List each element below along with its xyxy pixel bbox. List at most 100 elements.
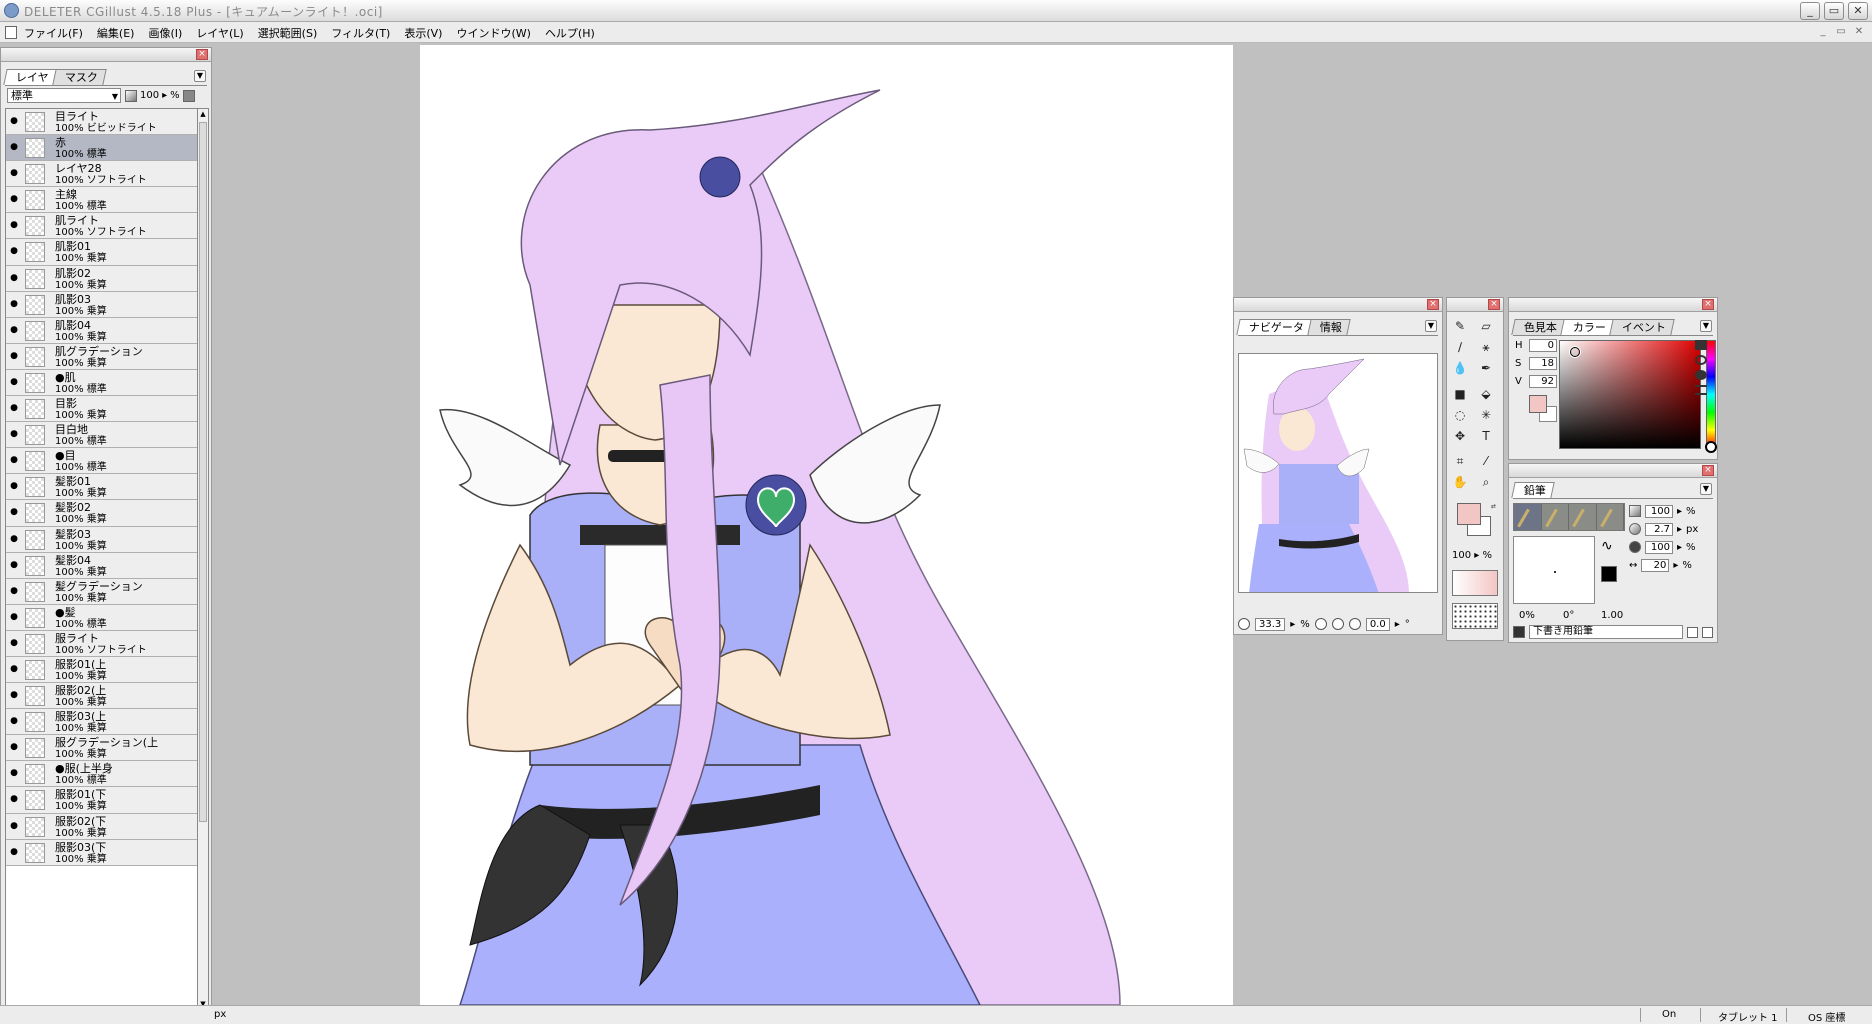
layer-row[interactable]: ● 髪影02 100% 乗算: [6, 500, 200, 527]
layer-row[interactable]: ● 赤 100% 標準: [6, 135, 200, 162]
tab-navigator[interactable]: ナビゲータ: [1236, 319, 1313, 335]
main-color-swatch[interactable]: [1457, 503, 1481, 525]
sv-cursor[interactable]: [1570, 347, 1580, 357]
preset-name-field[interactable]: 下書き用鉛筆: [1529, 625, 1683, 639]
tab-info[interactable]: 情報: [1307, 319, 1351, 335]
pencil-panel-menu-icon[interactable]: ▼: [1700, 483, 1712, 495]
brush-tool-icon[interactable]: ∕: [1451, 339, 1469, 355]
layer-row[interactable]: ● ●服(上半身 100% 標準: [6, 761, 200, 788]
hand-tool-icon[interactable]: ✋: [1451, 474, 1469, 490]
color-panel-header[interactable]: ×: [1509, 298, 1717, 312]
gradient-swatch[interactable]: [1452, 570, 1498, 596]
visibility-eye-icon[interactable]: ●: [9, 429, 19, 439]
menu-view[interactable]: 表示(V): [404, 25, 442, 41]
stroke-curve-icon[interactable]: ∿: [1601, 538, 1613, 554]
swap-colors-icon[interactable]: ⇄: [1491, 503, 1496, 510]
pencil-size-arrow-icon[interactable]: ▸: [1677, 524, 1682, 535]
layer-row[interactable]: ● ●目 100% 標準: [6, 448, 200, 475]
bucket-tool-icon[interactable]: ⬙: [1477, 386, 1495, 402]
color-mode-icon-3[interactable]: [1695, 370, 1707, 380]
s-value[interactable]: 18: [1529, 357, 1557, 370]
zoom-tool-icon[interactable]: ⌕: [1477, 474, 1495, 490]
tool-panel-header[interactable]: ×: [1447, 298, 1503, 312]
brush-preset-3[interactable]: [1569, 504, 1597, 530]
layer-row[interactable]: ● 肌グラデーション 100% 乗算: [6, 343, 200, 370]
layer-row[interactable]: ● 肌影03 100% 乗算: [6, 291, 200, 318]
layer-row[interactable]: ● 髪影03 100% 乗算: [6, 526, 200, 553]
navigator-close-icon[interactable]: ×: [1427, 299, 1439, 310]
color-mode-icon-2[interactable]: [1695, 355, 1707, 365]
layer-row[interactable]: ● 服影01(上 100% 乗算: [6, 656, 200, 684]
visibility-eye-icon[interactable]: ●: [9, 142, 19, 152]
menu-selection[interactable]: 選択範囲(S): [258, 25, 318, 41]
pencil-density-value[interactable]: 100: [1645, 540, 1673, 554]
visibility-eye-icon[interactable]: ●: [9, 403, 19, 413]
layer-row[interactable]: ● 服ライト 100% ソフトライト: [6, 630, 200, 657]
visibility-eye-icon[interactable]: ●: [9, 273, 19, 283]
layer-row[interactable]: ● 髪グラデーション 100% 乗算: [6, 578, 200, 605]
visibility-eye-icon[interactable]: ●: [9, 168, 19, 178]
fill-tool-icon[interactable]: ■: [1451, 386, 1469, 402]
layer-row[interactable]: ● 服影02(下 100% 乗算: [6, 813, 200, 840]
layer-row[interactable]: ● 肌影04 100% 乗算: [6, 317, 200, 344]
layer-panel-menu-icon[interactable]: ▼: [194, 70, 206, 82]
navigator-preview[interactable]: [1238, 353, 1438, 593]
rotation-arrow-icon[interactable]: ▸: [1395, 619, 1400, 630]
brush-preset-1[interactable]: [1514, 504, 1542, 530]
navigator-header[interactable]: ×: [1234, 298, 1442, 312]
visibility-eye-icon[interactable]: ●: [9, 455, 19, 465]
tab-pencil[interactable]: 鉛筆: [1511, 482, 1555, 498]
minimize-button[interactable]: _: [1800, 2, 1820, 20]
layer-panel-close-icon[interactable]: ×: [196, 49, 208, 60]
scrollbar-thumb[interactable]: [199, 122, 207, 822]
visibility-eye-icon[interactable]: ●: [9, 534, 19, 544]
tool-opacity-value[interactable]: 100: [1452, 550, 1471, 561]
h-value[interactable]: 0: [1529, 339, 1557, 352]
doc-close-icon[interactable]: ✕: [1852, 26, 1866, 38]
visibility-eye-icon[interactable]: ●: [9, 299, 19, 309]
menu-layer[interactable]: レイヤ(L): [196, 25, 243, 41]
brush-preset-2[interactable]: [1542, 504, 1569, 530]
marker-tool-icon[interactable]: ✒: [1477, 360, 1495, 376]
color-panel-close-icon[interactable]: ×: [1702, 299, 1714, 310]
color-mode-icon-1[interactable]: [1695, 340, 1707, 350]
zoom-fit-icon[interactable]: [1314, 618, 1327, 630]
layer-row[interactable]: ● 肌ライト 100% ソフトライト: [6, 213, 200, 240]
crop-tool-icon[interactable]: ⌗: [1451, 453, 1469, 469]
text-tool-icon[interactable]: T: [1477, 428, 1495, 444]
hue-knob[interactable]: [1705, 441, 1717, 453]
doc-minimize-icon[interactable]: _: [1816, 26, 1830, 38]
visibility-eye-icon[interactable]: ●: [9, 351, 19, 361]
layer-row[interactable]: ● 主線 100% 標準: [6, 187, 200, 214]
pencil-opacity-value[interactable]: 100: [1645, 504, 1673, 518]
pencil-size-value[interactable]: 2.7: [1645, 522, 1673, 536]
close-button[interactable]: ✕: [1848, 2, 1868, 20]
tool-opacity-arrow-icon[interactable]: ▸: [1474, 550, 1479, 561]
color-panel-menu-icon[interactable]: ▼: [1700, 320, 1712, 332]
zoom-in-icon[interactable]: [1331, 618, 1344, 630]
zoom-value[interactable]: 33.3: [1255, 617, 1286, 631]
pencil-panel-header[interactable]: ×: [1509, 464, 1717, 478]
visibility-eye-icon[interactable]: ●: [9, 638, 19, 648]
visibility-eye-icon[interactable]: ●: [9, 560, 19, 570]
pencil-spacing-value[interactable]: 20: [1641, 558, 1670, 572]
menu-image[interactable]: 画像(I): [148, 25, 182, 41]
visibility-eye-icon[interactable]: ●: [9, 821, 19, 831]
color-list-icon[interactable]: [1695, 385, 1707, 395]
layer-row[interactable]: ● 服影02(上 100% 乗算: [6, 683, 200, 710]
visibility-eye-icon[interactable]: ●: [9, 690, 19, 700]
layer-row[interactable]: ● 服影03(上 100% 乗算: [6, 709, 200, 736]
layer-row[interactable]: ● レイヤ28 100% ソフトライト: [6, 161, 200, 188]
eyedropper-tool-icon[interactable]: ⁄: [1477, 453, 1495, 469]
pencil-panel-close-icon[interactable]: ×: [1702, 465, 1714, 476]
hue-slider[interactable]: [1705, 340, 1717, 453]
document-icon[interactable]: [5, 26, 17, 39]
layer-opacity-value[interactable]: 100: [140, 90, 159, 101]
tab-event[interactable]: イベント: [1609, 319, 1675, 335]
visibility-eye-icon[interactable]: ●: [9, 716, 19, 726]
menu-window[interactable]: ウインドウ(W): [456, 25, 530, 41]
scroll-up-icon[interactable]: ▲: [198, 109, 208, 120]
visibility-eye-icon[interactable]: ●: [9, 481, 19, 491]
visibility-eye-icon[interactable]: ●: [9, 586, 19, 596]
tab-layer[interactable]: レイヤ: [3, 69, 58, 85]
